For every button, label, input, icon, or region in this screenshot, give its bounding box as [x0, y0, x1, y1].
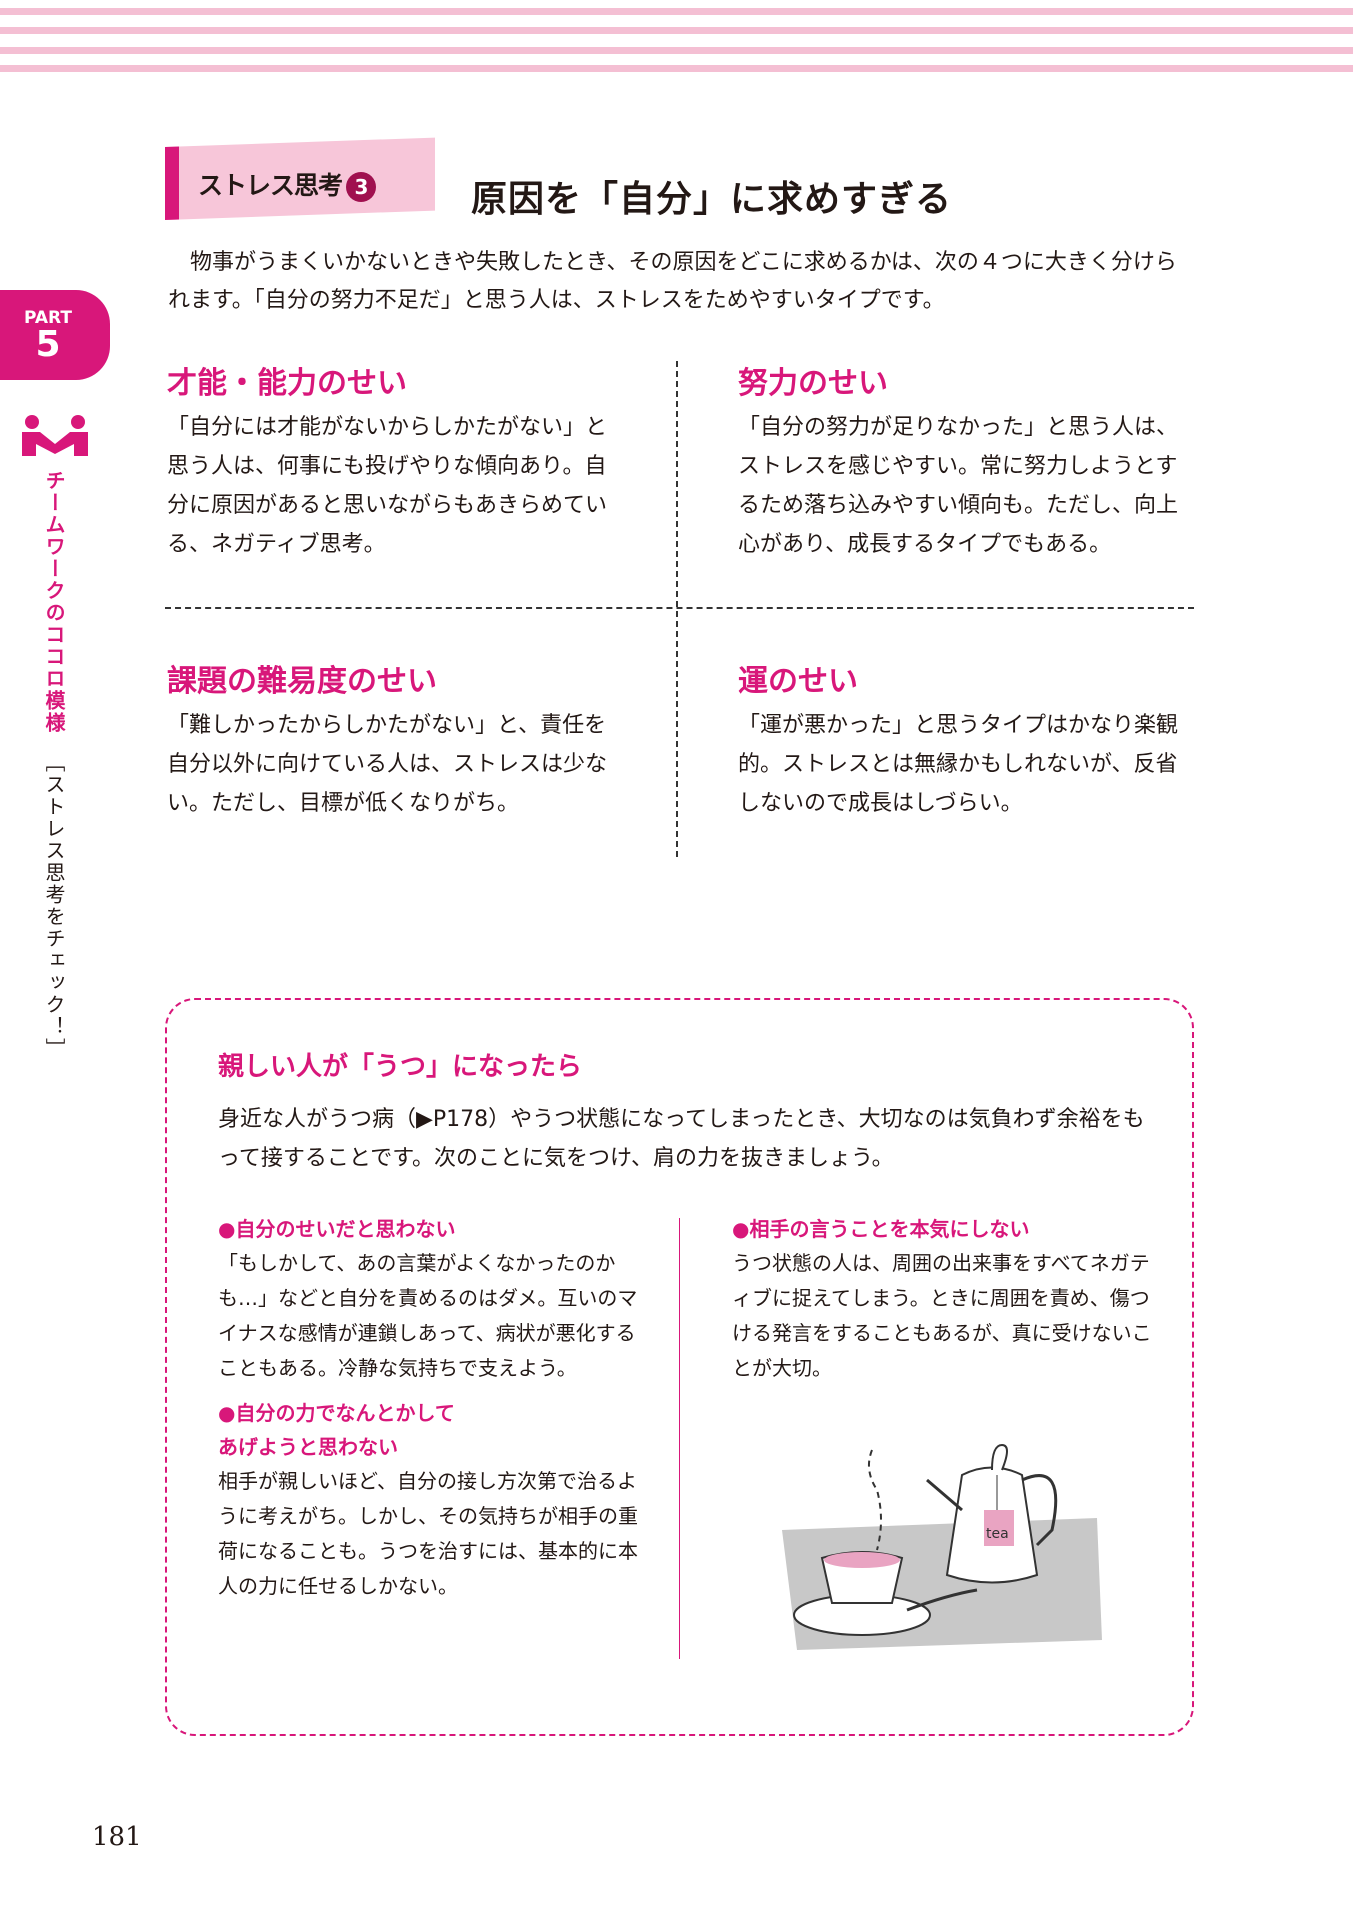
chapter-title: チームワークのココロ模様	[42, 470, 66, 734]
box-item-text: 相手が親しいほど、自分の接し方次第で治るように考えがち。しかし、その気持ちが相手…	[218, 1469, 638, 1598]
box-item-text: うつ状態の人は、周囲の出来事をすべてネガティブに捉えてしまう。ときに周囲を責め、…	[732, 1251, 1152, 1380]
tea-label: tea	[986, 1526, 1009, 1542]
quadrant-divider-vertical	[676, 361, 678, 857]
box-item-heading: ●自分の力でなんとかして あげようと思わない	[218, 1401, 475, 1459]
quadrant-heading: 努力のせい	[738, 366, 888, 401]
quadrant-divider-horizontal	[165, 607, 1194, 609]
quadrant-effort: 努力のせい 「自分の努力が足りなかった」と思う人は、ストレスを感じやすい。常に努…	[738, 358, 1198, 564]
box-column-divider	[679, 1218, 680, 1659]
section-subtitle: ［ストレス思考をチェック！］	[42, 752, 66, 1060]
header-stripe	[0, 47, 1353, 54]
page-number: 181	[92, 1822, 142, 1852]
quadrant-text: 「自分には才能がないからしかたがない」と思う人は、何事にも投げやりな傾向あり。自…	[167, 415, 608, 557]
teapot-illustration: tea	[782, 1443, 1102, 1650]
quadrant-talent: 才能・能力のせい 「自分には才能がないからしかたがない」と思う人は、何事にも投げ…	[167, 358, 627, 564]
box-item: ●自分のせいだと思わない 「もしかして、あの言葉がよくなかったのかも…」などと自…	[218, 1212, 648, 1604]
tag-text: ストレス思考	[198, 171, 343, 200]
quadrant-text: 「難しかったからしかたがない」と、責任を自分以外に向けている人は、ストレスは少な…	[167, 713, 608, 816]
header-stripe	[0, 8, 1353, 15]
quadrant-text: 「運が悪かった」と思うタイプはかなり楽観的。ストレスとは無縁かもしれないが、反省…	[738, 713, 1179, 816]
part-tab: PART 5	[0, 290, 110, 380]
header-stripe	[0, 65, 1353, 72]
quadrant-luck: 運のせい 「運が悪かった」と思うタイプはかなり楽観的。ストレスとは無縁かもしれな…	[738, 656, 1198, 823]
box-item: ●相手の言うことを本気にしない うつ状態の人は、周囲の出来事をすべてネガティブに…	[732, 1212, 1152, 1386]
section-tag-label: ストレス思考 3	[198, 166, 377, 202]
quadrant-heading: 才能・能力のせい	[167, 366, 407, 401]
quadrant-heading: 課題の難易度のせい	[167, 664, 437, 699]
box-item-heading: ●相手の言うことを本気にしない	[732, 1217, 1030, 1241]
box-intro: 身近な人がうつ病（▶P178）やうつ状態になってしまったとき、大切なのは気負わず…	[218, 1107, 1145, 1171]
quadrant-heading: 運のせい	[738, 664, 858, 699]
handshake-people-icon	[22, 415, 88, 456]
quadrant-difficulty: 課題の難易度のせい 「難しかったからしかたがない」と、責任を自分以外に向けている…	[167, 656, 627, 823]
page-title: 原因を「自分」に求めすぎる	[471, 179, 953, 220]
box-item-text: 「もしかして、あの言葉がよくなかったのかも…」などと自分を責めるのはダメ。互いの…	[218, 1251, 638, 1380]
quadrant-text: 「自分の努力が足りなかった」と思う人は、ストレスを感じやすい。常に努力しようとす…	[738, 415, 1179, 557]
box-item-heading: ●自分のせいだと思わない	[218, 1217, 456, 1241]
part-number: 5	[35, 324, 61, 365]
intro-text: 物事がうまくいかないときや失敗したとき、その原因をどこに求めるかは、次の４つに大…	[168, 250, 1177, 313]
tag-number: 3	[346, 172, 377, 202]
box-title: 親しい人が「うつ」になったら	[218, 1052, 583, 1082]
header-stripe	[0, 27, 1353, 34]
